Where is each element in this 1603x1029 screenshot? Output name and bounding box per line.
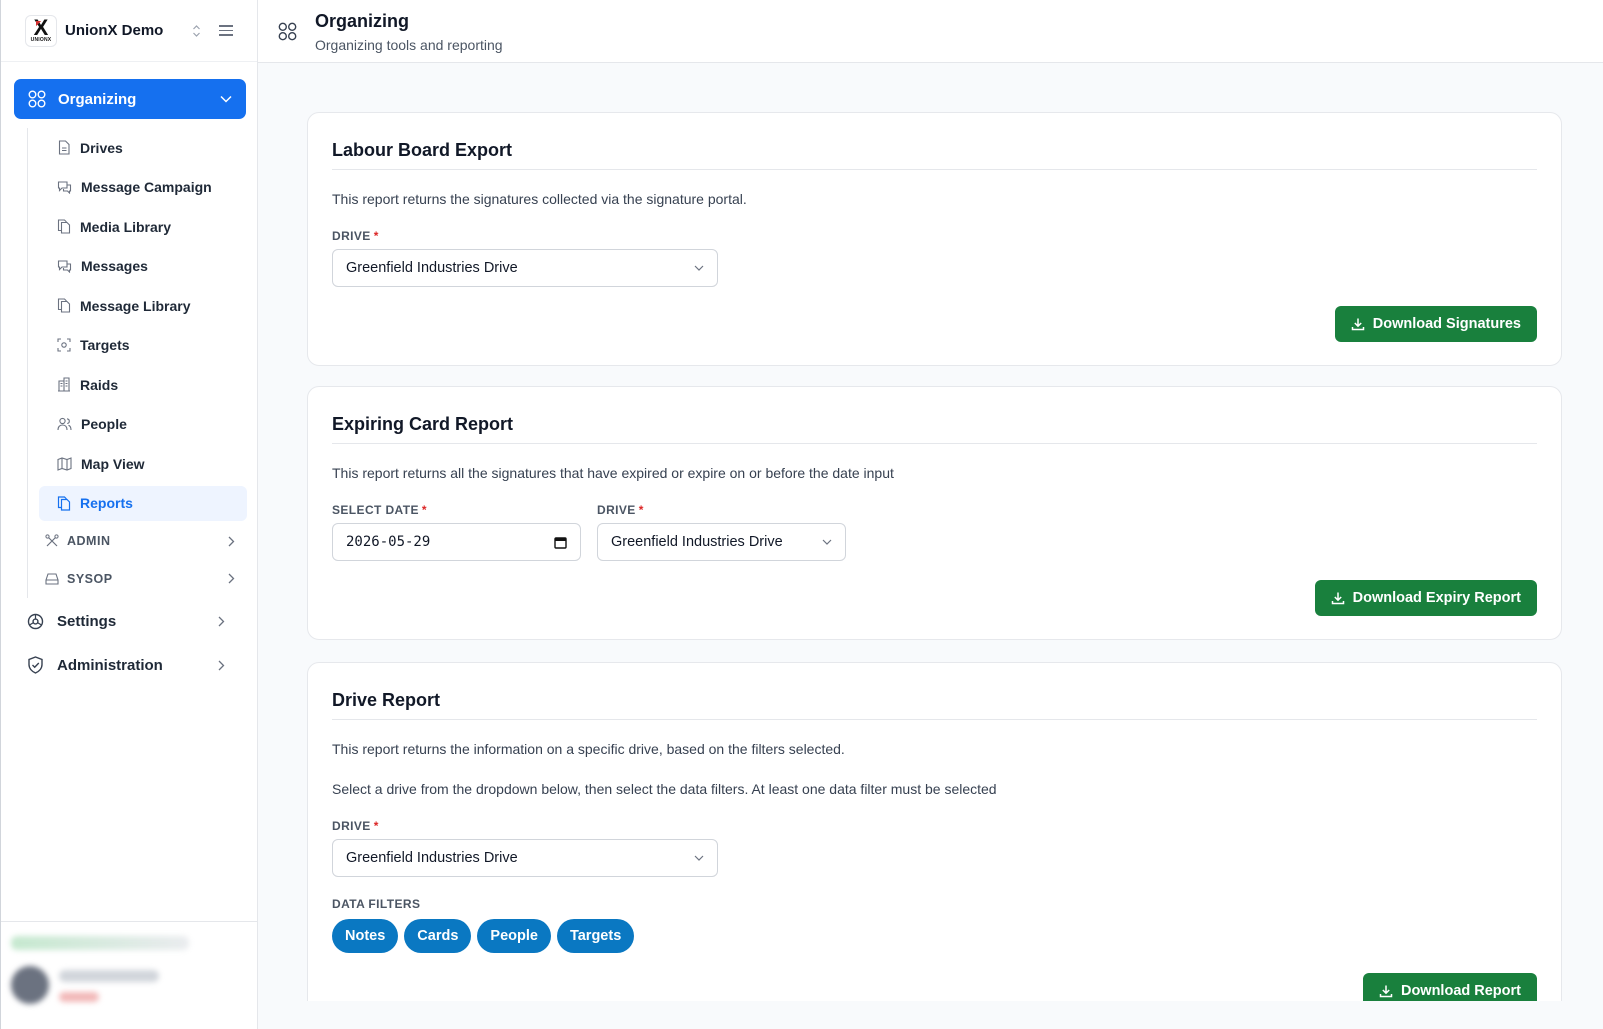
drive-field-label: DRIVE * (332, 819, 379, 833)
download-expiry-report-button[interactable]: Download Expiry Report (1314, 580, 1537, 616)
sidebar-item-targets[interactable]: Targets (39, 326, 247, 366)
download-icon (1379, 985, 1393, 998)
card-instructions: Select a drive from the dropdown below, … (332, 781, 997, 797)
download-report-button[interactable]: Download Report (1362, 973, 1537, 1001)
target-icon (57, 338, 71, 352)
tools-icon (45, 534, 59, 547)
chevron-right-icon (228, 536, 235, 547)
grid-icon (278, 22, 297, 41)
grid-icon (28, 90, 46, 108)
shield-icon (28, 656, 43, 674)
sidebar: X UNIONX UnionX Demo Organizing Drives M… (0, 0, 259, 1029)
drive-select[interactable]: Greenfield Industries Drive (597, 523, 846, 561)
sidebar-item-message-library[interactable]: Message Library (39, 286, 247, 326)
date-input[interactable]: 2026-05-29 (332, 523, 581, 561)
divider (332, 443, 1537, 444)
card-title: Expiring Card Report (332, 414, 514, 434)
sidebar-item-message-campaign[interactable]: Message Campaign (39, 168, 247, 208)
drive-field-label: DRIVE * (597, 503, 644, 517)
page-header: Organizing Organizing tools and reportin… (258, 0, 1603, 63)
download-signatures-button[interactable]: Download Signatures (1334, 306, 1537, 342)
main-content: Labour Board Export This report returns … (258, 63, 1603, 1001)
page-subtitle: Organizing tools and reporting (315, 37, 503, 53)
workspace-switch-icon[interactable] (192, 24, 201, 38)
card-title: Labour Board Export (332, 140, 513, 160)
chevron-down-icon (220, 95, 232, 103)
labour-board-export-card: Labour Board Export This report returns … (307, 112, 1562, 366)
date-field-label: SELECT DATE * (332, 503, 427, 517)
people-icon (57, 418, 72, 431)
server-icon (45, 573, 59, 585)
sidebar-item-messages[interactable]: Messages (39, 247, 247, 287)
data-filters-label: DATA FILTERS (332, 897, 421, 911)
drive-report-card: Drive Report This report returns the inf… (307, 662, 1562, 1001)
chevron-right-icon (218, 660, 225, 670)
filter-chip-targets[interactable]: Targets (556, 919, 635, 953)
user-profile[interactable] (1, 921, 259, 1029)
copy-icon (57, 219, 71, 234)
chevron-down-icon (822, 539, 832, 545)
drive-field-label: DRIVE * (332, 229, 379, 243)
card-description: This report returns the information on a… (332, 741, 845, 757)
chat-icon (57, 260, 72, 274)
user-role-redacted (59, 992, 99, 1002)
nav-organizing-label: Organizing (58, 90, 137, 108)
data-filter-chips: Notes Cards People Targets (332, 919, 640, 953)
building-icon (58, 377, 70, 392)
brand-name[interactable]: UnionX Demo (65, 22, 163, 39)
sidebar-group-sysop[interactable]: SYSOP (28, 560, 247, 598)
card-description: This report returns all the signatures t… (332, 465, 894, 481)
status-redacted (11, 936, 189, 950)
sidebar-item-map-view[interactable]: Map View (39, 444, 247, 484)
download-icon (1331, 592, 1344, 605)
chevron-right-icon (228, 573, 235, 584)
filter-chip-cards[interactable]: Cards (404, 919, 472, 953)
bottom-gutter (258, 1001, 1603, 1029)
drive-select[interactable]: Greenfield Industries Drive (332, 249, 718, 287)
nav-settings[interactable]: Settings (27, 599, 247, 643)
divider (332, 719, 1537, 720)
file-icon (58, 140, 70, 155)
expiring-card-report-card: Expiring Card Report This report returns… (307, 386, 1562, 640)
download-icon (1351, 318, 1364, 331)
hamburger-menu-icon[interactable] (219, 25, 233, 36)
page-title: Organizing (315, 11, 409, 31)
sidebar-item-people[interactable]: People (39, 405, 247, 445)
chat-icon (57, 181, 72, 195)
chevron-down-icon (694, 265, 704, 271)
organizing-subnav: Drives Message Campaign Media Library Me… (27, 128, 247, 598)
nav-organizing[interactable]: Organizing (14, 79, 246, 119)
divider (332, 169, 1537, 170)
map-icon (57, 456, 72, 471)
nav-administration[interactable]: Administration (27, 643, 247, 687)
user-name-redacted (59, 970, 159, 982)
drive-select[interactable]: Greenfield Industries Drive (332, 839, 718, 877)
chevron-down-icon (694, 855, 704, 861)
gear-icon (27, 613, 44, 629)
copy-icon (57, 495, 71, 511)
card-description: This report returns the signatures colle… (332, 191, 747, 207)
sidebar-item-media-library[interactable]: Media Library (39, 207, 247, 247)
brand-logo: X UNIONX (25, 14, 57, 47)
calendar-icon[interactable] (554, 536, 567, 549)
brand-bar: X UNIONX UnionX Demo (1, 0, 257, 62)
avatar (11, 966, 49, 1004)
sidebar-item-drives[interactable]: Drives (39, 128, 247, 168)
chevron-right-icon (218, 616, 225, 626)
sidebar-item-reports[interactable]: Reports (39, 485, 247, 521)
sidebar-item-raids[interactable]: Raids (39, 365, 247, 405)
sidebar-group-admin[interactable]: ADMIN (28, 523, 247, 561)
filter-chip-people[interactable]: People (477, 919, 551, 953)
filter-chip-notes[interactable]: Notes (332, 919, 399, 953)
card-title: Drive Report (332, 690, 441, 710)
copy-icon (57, 298, 71, 313)
